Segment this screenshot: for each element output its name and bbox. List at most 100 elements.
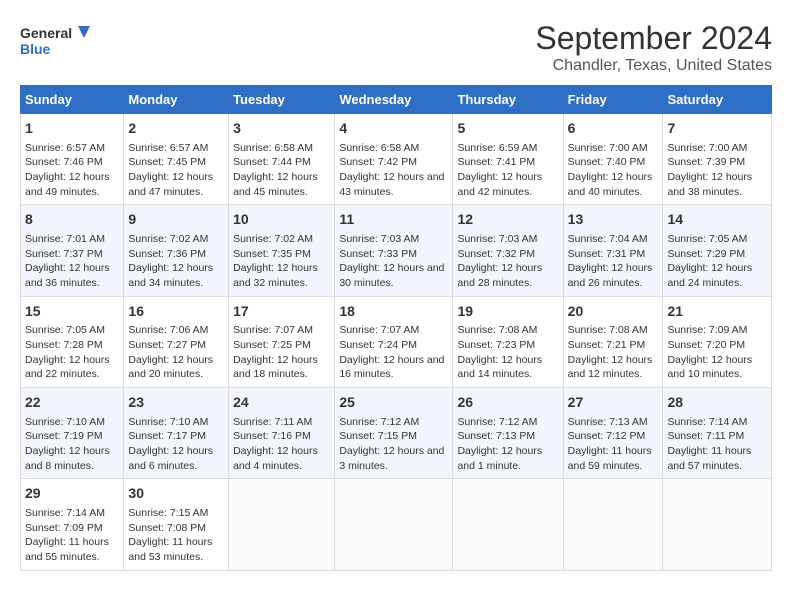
daylight-text: Daylight: 12 hours and 16 minutes.	[339, 354, 444, 381]
calendar-day-cell	[563, 479, 663, 570]
calendar-week-row: 8 Sunrise: 7:01 AM Sunset: 7:37 PM Dayli…	[21, 205, 772, 296]
daylight-text: Daylight: 12 hours and 36 minutes.	[25, 262, 110, 289]
calendar-day-cell: 12 Sunrise: 7:03 AM Sunset: 7:32 PM Dayl…	[453, 205, 563, 296]
day-number: 23	[128, 393, 224, 413]
sunset-text: Sunset: 7:37 PM	[25, 248, 103, 260]
calendar-day-cell: 22 Sunrise: 7:10 AM Sunset: 7:19 PM Dayl…	[21, 388, 124, 479]
sunset-text: Sunset: 7:40 PM	[568, 156, 646, 168]
sunset-text: Sunset: 7:39 PM	[667, 156, 745, 168]
sunset-text: Sunset: 7:33 PM	[339, 248, 417, 260]
sunset-text: Sunset: 7:19 PM	[25, 430, 103, 442]
day-number: 19	[457, 302, 558, 322]
sunset-text: Sunset: 7:21 PM	[568, 339, 646, 351]
calendar-day-cell: 28 Sunrise: 7:14 AM Sunset: 7:11 PM Dayl…	[663, 388, 772, 479]
calendar-day-cell: 1 Sunrise: 6:57 AM Sunset: 7:46 PM Dayli…	[21, 114, 124, 205]
sunrise-text: Sunrise: 6:57 AM	[25, 142, 105, 154]
calendar-table: Sunday Monday Tuesday Wednesday Thursday…	[20, 85, 772, 571]
sunrise-text: Sunrise: 7:08 AM	[568, 324, 648, 336]
sunrise-text: Sunrise: 7:02 AM	[128, 233, 208, 245]
sunset-text: Sunset: 7:31 PM	[568, 248, 646, 260]
day-number: 6	[568, 119, 659, 139]
day-number: 1	[25, 119, 119, 139]
sunset-text: Sunset: 7:16 PM	[233, 430, 311, 442]
day-number: 3	[233, 119, 330, 139]
sunrise-text: Sunrise: 7:07 AM	[233, 324, 313, 336]
sunset-text: Sunset: 7:24 PM	[339, 339, 417, 351]
sunset-text: Sunset: 7:41 PM	[457, 156, 535, 168]
sunrise-text: Sunrise: 7:14 AM	[25, 507, 105, 519]
calendar-day-cell: 26 Sunrise: 7:12 AM Sunset: 7:13 PM Dayl…	[453, 388, 563, 479]
daylight-text: Daylight: 12 hours and 18 minutes.	[233, 354, 318, 381]
calendar-day-cell	[453, 479, 563, 570]
calendar-day-cell: 30 Sunrise: 7:15 AM Sunset: 7:08 PM Dayl…	[124, 479, 229, 570]
calendar-week-row: 29 Sunrise: 7:14 AM Sunset: 7:09 PM Dayl…	[21, 479, 772, 570]
day-number: 17	[233, 302, 330, 322]
sunset-text: Sunset: 7:25 PM	[233, 339, 311, 351]
sunrise-text: Sunrise: 7:11 AM	[233, 416, 312, 428]
daylight-text: Daylight: 12 hours and 20 minutes.	[128, 354, 213, 381]
calendar-day-cell: 16 Sunrise: 7:06 AM Sunset: 7:27 PM Dayl…	[124, 296, 229, 387]
sunrise-text: Sunrise: 7:10 AM	[25, 416, 105, 428]
sunrise-text: Sunrise: 7:05 AM	[25, 324, 105, 336]
calendar-day-cell: 2 Sunrise: 6:57 AM Sunset: 7:45 PM Dayli…	[124, 114, 229, 205]
calendar-day-cell: 3 Sunrise: 6:58 AM Sunset: 7:44 PM Dayli…	[229, 114, 335, 205]
calendar-day-cell: 4 Sunrise: 6:58 AM Sunset: 7:42 PM Dayli…	[335, 114, 453, 205]
sunset-text: Sunset: 7:13 PM	[457, 430, 535, 442]
sunset-text: Sunset: 7:12 PM	[568, 430, 646, 442]
sunset-text: Sunset: 7:20 PM	[667, 339, 745, 351]
daylight-text: Daylight: 12 hours and 14 minutes.	[457, 354, 542, 381]
daylight-text: Daylight: 12 hours and 12 minutes.	[568, 354, 653, 381]
header-saturday: Saturday	[663, 86, 772, 114]
sunset-text: Sunset: 7:32 PM	[457, 248, 535, 260]
day-number: 28	[667, 393, 767, 413]
daylight-text: Daylight: 12 hours and 43 minutes.	[339, 171, 444, 198]
sunrise-text: Sunrise: 7:02 AM	[233, 233, 313, 245]
daylight-text: Daylight: 12 hours and 6 minutes.	[128, 445, 213, 472]
daylight-text: Daylight: 12 hours and 42 minutes.	[457, 171, 542, 198]
daylight-text: Daylight: 11 hours and 53 minutes.	[128, 536, 212, 563]
sunrise-text: Sunrise: 7:00 AM	[667, 142, 747, 154]
daylight-text: Daylight: 12 hours and 1 minute.	[457, 445, 542, 472]
daylight-text: Daylight: 12 hours and 3 minutes.	[339, 445, 444, 472]
calendar-day-cell: 24 Sunrise: 7:11 AM Sunset: 7:16 PM Dayl…	[229, 388, 335, 479]
day-number: 11	[339, 210, 448, 230]
calendar-day-cell: 15 Sunrise: 7:05 AM Sunset: 7:28 PM Dayl…	[21, 296, 124, 387]
day-number: 22	[25, 393, 119, 413]
calendar-week-row: 15 Sunrise: 7:05 AM Sunset: 7:28 PM Dayl…	[21, 296, 772, 387]
calendar-day-cell: 5 Sunrise: 6:59 AM Sunset: 7:41 PM Dayli…	[453, 114, 563, 205]
logo-svg: General Blue	[20, 20, 90, 64]
calendar-day-cell: 18 Sunrise: 7:07 AM Sunset: 7:24 PM Dayl…	[335, 296, 453, 387]
daylight-text: Daylight: 12 hours and 10 minutes.	[667, 354, 752, 381]
sunrise-text: Sunrise: 7:10 AM	[128, 416, 208, 428]
day-number: 9	[128, 210, 224, 230]
sunset-text: Sunset: 7:28 PM	[25, 339, 103, 351]
day-number: 25	[339, 393, 448, 413]
day-number: 14	[667, 210, 767, 230]
daylight-text: Daylight: 12 hours and 4 minutes.	[233, 445, 318, 472]
sunrise-text: Sunrise: 6:58 AM	[339, 142, 419, 154]
calendar-day-cell: 25 Sunrise: 7:12 AM Sunset: 7:15 PM Dayl…	[335, 388, 453, 479]
daylight-text: Daylight: 12 hours and 32 minutes.	[233, 262, 318, 289]
page-subtitle: Chandler, Texas, United States	[535, 57, 772, 75]
calendar-day-cell: 9 Sunrise: 7:02 AM Sunset: 7:36 PM Dayli…	[124, 205, 229, 296]
calendar-day-cell: 23 Sunrise: 7:10 AM Sunset: 7:17 PM Dayl…	[124, 388, 229, 479]
day-number: 4	[339, 119, 448, 139]
day-number: 27	[568, 393, 659, 413]
header-thursday: Thursday	[453, 86, 563, 114]
daylight-text: Daylight: 12 hours and 45 minutes.	[233, 171, 318, 198]
sunrise-text: Sunrise: 7:01 AM	[25, 233, 105, 245]
daylight-text: Daylight: 12 hours and 40 minutes.	[568, 171, 653, 198]
calendar-day-cell: 13 Sunrise: 7:04 AM Sunset: 7:31 PM Dayl…	[563, 205, 663, 296]
sunrise-text: Sunrise: 6:57 AM	[128, 142, 208, 154]
calendar-day-cell	[229, 479, 335, 570]
page-title: September 2024	[535, 20, 772, 57]
sunset-text: Sunset: 7:35 PM	[233, 248, 311, 260]
day-number: 12	[457, 210, 558, 230]
sunrise-text: Sunrise: 7:06 AM	[128, 324, 208, 336]
calendar-day-cell	[335, 479, 453, 570]
sunrise-text: Sunrise: 7:08 AM	[457, 324, 537, 336]
sunrise-text: Sunrise: 7:13 AM	[568, 416, 648, 428]
sunrise-text: Sunrise: 7:12 AM	[339, 416, 419, 428]
calendar-week-row: 22 Sunrise: 7:10 AM Sunset: 7:19 PM Dayl…	[21, 388, 772, 479]
daylight-text: Daylight: 12 hours and 8 minutes.	[25, 445, 110, 472]
